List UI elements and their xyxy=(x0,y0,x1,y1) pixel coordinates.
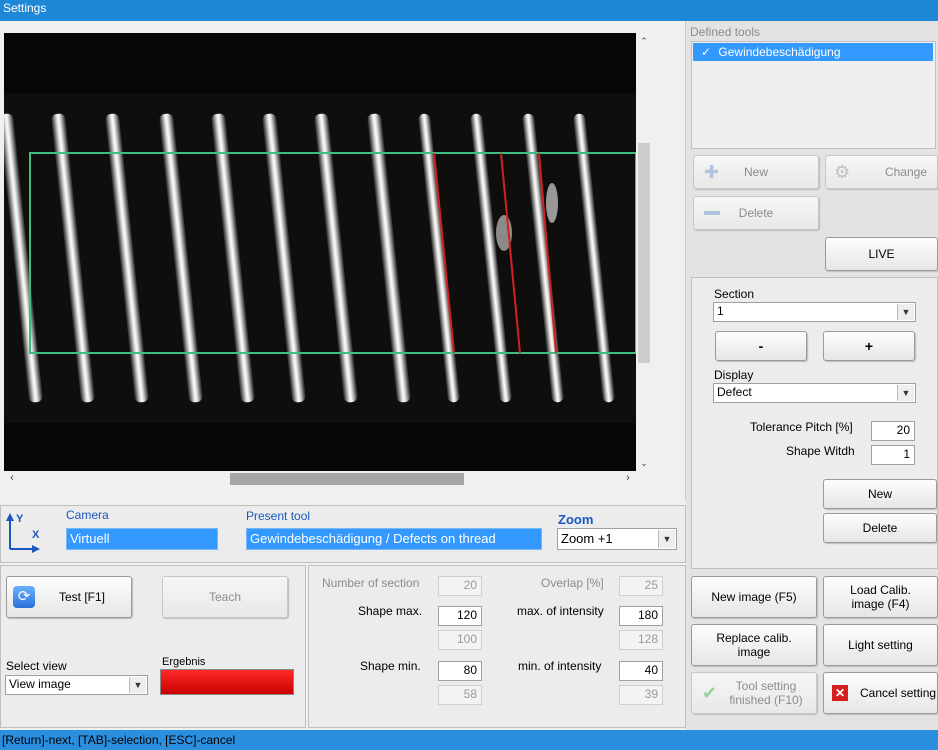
scroll-up-icon[interactable]: ⌃ xyxy=(636,33,652,49)
shape-max-input[interactable]: 120 xyxy=(438,606,482,626)
light-setting-button[interactable]: Light setting xyxy=(823,624,938,666)
live-button[interactable]: LIVE xyxy=(825,237,938,271)
number-of-section-label: Number of section xyxy=(322,576,420,590)
tool-setting-line2: finished (F10) xyxy=(729,693,803,707)
tolerance-pitch-label: Tolerance Pitch [%] xyxy=(750,420,853,434)
number-of-section-field: 20 xyxy=(438,576,482,596)
refresh-icon: ⟳ xyxy=(13,586,35,608)
select-view-dropdown[interactable]: View image ▼ xyxy=(5,675,148,695)
zoom-value: Zoom +1 xyxy=(561,531,613,546)
change-tool-label: Change xyxy=(884,165,927,179)
test-button[interactable]: ⟳ Test [F1] xyxy=(6,576,132,618)
min-intensity-reference: 39 xyxy=(619,685,663,705)
teach-button[interactable]: Teach xyxy=(162,576,288,618)
close-icon: ✕ xyxy=(832,685,848,701)
min-intensity-input[interactable]: 40 xyxy=(619,661,663,681)
result-indicator xyxy=(160,669,294,695)
load-calib-button[interactable]: Load Calib. image (F4) xyxy=(823,576,938,618)
new-tool-label: New xyxy=(743,165,768,179)
scroll-down-icon[interactable]: ⌄ xyxy=(636,455,652,471)
select-view-label: Select view xyxy=(6,659,67,673)
present-tool-field: Gewindebeschädigung / Defects on thread xyxy=(246,528,542,550)
plus-icon: ✚ xyxy=(704,162,720,182)
section-label: Section xyxy=(714,287,755,301)
replace-calib-line2: image xyxy=(737,645,771,659)
shape-width-label: Shape Witdh xyxy=(786,444,855,458)
select-view-value: View image xyxy=(9,677,71,691)
shape-max-reference: 100 xyxy=(438,630,482,650)
status-bar: [Return]-next, [TAB]-selection, [ESC]-ca… xyxy=(0,730,938,750)
tool-list-item[interactable]: ✓ Gewindebeschädigung xyxy=(693,43,933,61)
shape-min-reference: 58 xyxy=(438,685,482,705)
vertical-scrollbar[interactable]: ⌃ ⌄ xyxy=(636,33,652,471)
test-button-label: Test [F1] xyxy=(59,590,106,604)
axis-y-label: Y xyxy=(16,513,24,525)
display-label: Display xyxy=(714,368,754,382)
load-calib-line2: image (F4) xyxy=(851,597,910,611)
present-tool-label: Present tool xyxy=(246,509,311,523)
max-intensity-label: max. of intensity xyxy=(517,604,604,618)
horizontal-scrollbar[interactable]: ‹ › xyxy=(4,471,636,487)
shape-min-label: Shape min. xyxy=(360,659,421,673)
chevron-down-icon: ▼ xyxy=(658,530,675,548)
vertical-scroll-thumb[interactable] xyxy=(638,143,650,363)
new-image-button[interactable]: New image (F5) xyxy=(691,576,817,618)
section-delete-button[interactable]: Delete xyxy=(823,513,937,543)
gear-icon: ⚙ xyxy=(834,162,851,182)
scroll-right-icon[interactable]: › xyxy=(620,471,636,487)
section-new-button[interactable]: New xyxy=(823,479,937,509)
chevron-down-icon: ▼ xyxy=(897,385,914,401)
shape-max-label: Shape max. xyxy=(358,604,423,618)
load-calib-line1: Load Calib. xyxy=(850,583,911,597)
chevron-down-icon: ▼ xyxy=(129,677,146,693)
window-title: Settings xyxy=(0,0,938,21)
zoom-label: Zoom xyxy=(558,512,594,527)
delete-tool-button[interactable]: Delete xyxy=(693,196,819,230)
max-intensity-reference: 128 xyxy=(619,630,663,650)
section-minus-button[interactable]: - xyxy=(715,331,807,361)
cancel-setting-label: Cancel setting xyxy=(860,686,937,700)
display-value: Defect xyxy=(717,385,752,399)
defined-tools-list[interactable]: ✓ Gewindebeschädigung xyxy=(691,41,936,149)
section-plus-button[interactable]: + xyxy=(823,331,915,361)
axis-x-label: X xyxy=(32,529,40,541)
tool-setting-line1: Tool setting xyxy=(735,679,797,693)
display-select[interactable]: Defect ▼ xyxy=(713,383,916,403)
cancel-setting-button[interactable]: ✕ Cancel setting xyxy=(823,672,938,714)
horizontal-scroll-thumb[interactable] xyxy=(230,473,464,485)
camera-label: Camera xyxy=(66,508,109,522)
minus-icon xyxy=(704,211,720,215)
tool-list-item-label: Gewindebeschädigung xyxy=(718,45,841,59)
tolerance-pitch-input[interactable]: 20 xyxy=(871,421,915,441)
new-tool-button[interactable]: ✚ New xyxy=(693,155,819,189)
overlap-field: 25 xyxy=(619,576,663,596)
min-intensity-label: min. of intensity xyxy=(518,659,602,673)
replace-calib-button[interactable]: Replace calib. image xyxy=(691,624,817,666)
overlap-label: Overlap [%] xyxy=(541,576,604,590)
check-icon: ✓ xyxy=(701,45,712,59)
defined-tools-label: Defined tools xyxy=(690,25,761,39)
ergebnis-label: Ergebnis xyxy=(162,656,206,668)
max-intensity-input[interactable]: 180 xyxy=(619,606,663,626)
change-tool-button[interactable]: ⚙ Change xyxy=(825,155,938,189)
scroll-left-icon[interactable]: ‹ xyxy=(4,471,20,487)
checkmark-icon: ✔ xyxy=(702,683,718,703)
camera-image[interactable] xyxy=(4,33,636,471)
replace-calib-line1: Replace calib. xyxy=(716,631,792,645)
zoom-select[interactable]: Zoom +1 ▼ xyxy=(557,528,677,550)
section-value: 1 xyxy=(717,304,724,318)
section-select[interactable]: 1 ▼ xyxy=(713,302,916,322)
thread-image xyxy=(4,33,636,471)
shape-min-input[interactable]: 80 xyxy=(438,661,482,681)
chevron-down-icon: ▼ xyxy=(897,304,914,320)
camera-field: Virtuell xyxy=(66,528,218,550)
delete-tool-label: Delete xyxy=(738,206,774,220)
shape-width-input[interactable]: 1 xyxy=(871,445,915,465)
tool-setting-finished-button[interactable]: ✔ Tool setting finished (F10) xyxy=(691,672,817,714)
